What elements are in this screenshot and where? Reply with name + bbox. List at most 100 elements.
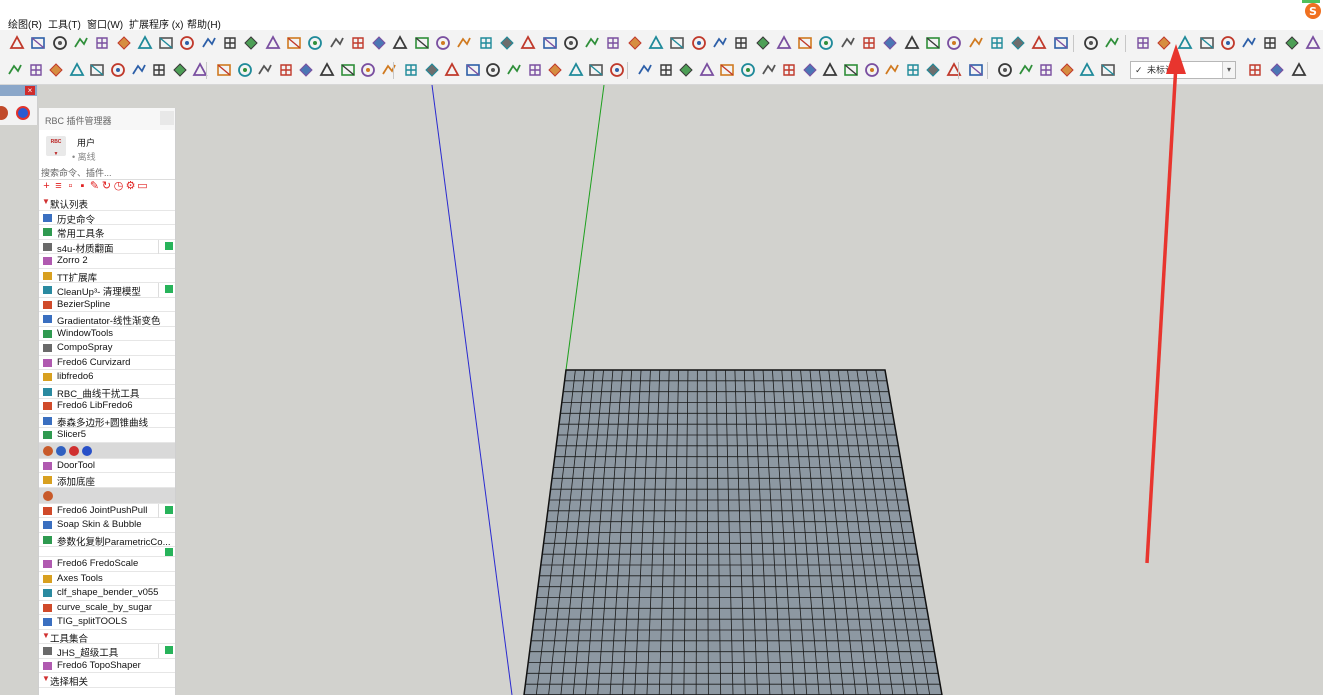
menu-help[interactable]: 帮助(H) <box>187 16 221 31</box>
toolbar-tool-icon[interactable] <box>1030 34 1048 52</box>
toolbar-tool-icon[interactable] <box>562 34 580 52</box>
toolbar-tool-icon[interactable] <box>881 34 899 52</box>
sogou-ime-icon[interactable]: S <box>1300 0 1322 20</box>
toolbar-tool-icon[interactable] <box>1103 34 1121 52</box>
toolbar-tool-icon[interactable] <box>690 34 708 52</box>
plugin-list-item[interactable]: Fredo6 LibFredo6 <box>39 399 175 414</box>
toolbar-tool-icon[interactable] <box>1246 61 1264 79</box>
toolbar-tool-icon[interactable] <box>455 34 473 52</box>
plugin-list-item[interactable]: curve_scale_by_sugar <box>39 600 175 615</box>
toolbar-tool-icon[interactable] <box>732 34 750 52</box>
toolbar-tool-icon[interactable] <box>93 34 111 52</box>
plugin-list-item[interactable]: 参数化复制ParametricCo... <box>39 532 175 548</box>
model-viewport[interactable] <box>0 85 1323 695</box>
plugin-icon[interactable] <box>0 106 8 120</box>
toolbar-tool-icon[interactable] <box>883 61 901 79</box>
plugin-list-item[interactable]: Zorro 2 <box>39 254 175 269</box>
toolbar-tool-icon[interactable] <box>1219 34 1237 52</box>
toolbar-tool-icon[interactable] <box>780 61 798 79</box>
toolbar-tool-icon[interactable] <box>115 34 133 52</box>
toolbar-tool-icon[interactable] <box>626 34 644 52</box>
plugin-list-item[interactable]: DoorTool <box>39 458 175 473</box>
plugin-list-item[interactable]: Axes Tools <box>39 571 175 586</box>
toolbar-tool-icon[interactable] <box>904 61 922 79</box>
toolbar-tool-icon[interactable] <box>718 61 736 79</box>
plugin-list-item[interactable]: Fredo6 FredoScale <box>39 557 175 572</box>
toolbar-tool-icon[interactable] <box>1058 61 1076 79</box>
close-icon[interactable]: × <box>25 86 35 95</box>
toolbar-tool-icon[interactable] <box>277 61 295 79</box>
toolbar-tool-icon[interactable] <box>8 34 26 52</box>
plugin-list-item[interactable]: JHS_超级工具 <box>39 644 175 659</box>
toolbar-tool-icon[interactable] <box>647 34 665 52</box>
toolbar-tool-icon[interactable] <box>587 61 605 79</box>
toolbar-tool-icon[interactable] <box>636 61 654 79</box>
toolbar-tool-icon[interactable] <box>711 34 729 52</box>
toolbar-tool-icon[interactable] <box>967 61 985 79</box>
toolbar-tool-icon[interactable] <box>1009 34 1027 52</box>
toolbar-tool-icon[interactable] <box>402 61 420 79</box>
toolbar-tool-icon[interactable] <box>677 61 695 79</box>
layer-dropdown[interactable]: ✓ 未标记 ▾ <box>1130 61 1236 79</box>
toolbar-tool-icon[interactable] <box>498 34 516 52</box>
plugin-list-item[interactable]: Fredo6 Curvizard <box>39 355 175 370</box>
toolbar-tool-icon[interactable] <box>285 34 303 52</box>
toolbar-tool-icon[interactable] <box>256 61 274 79</box>
toolbar-tool-icon[interactable] <box>88 61 106 79</box>
plugin-list-item[interactable]: Fredo6 JointPushPull <box>39 503 175 518</box>
section-header[interactable]: ▼ 默认列表 <box>39 196 175 211</box>
pin-badge-icon[interactable] <box>165 285 173 293</box>
toolbar-tool-icon[interactable] <box>541 34 559 52</box>
toolbar-tool-icon[interactable] <box>464 61 482 79</box>
toolbar-tool-icon[interactable] <box>698 61 716 79</box>
toolbar-tool-icon[interactable] <box>1240 34 1258 52</box>
toolbar-tool-icon[interactable] <box>604 34 622 52</box>
plugin-list-item[interactable]: Fredo6 TopoShaper <box>39 658 175 673</box>
toolbar-tool-icon[interactable] <box>51 34 69 52</box>
toolbar-tool-icon[interactable] <box>839 34 857 52</box>
plugin-list-item[interactable]: WindowTools <box>39 326 175 341</box>
toolbar-tool-icon[interactable] <box>1099 61 1117 79</box>
plugin-list-item[interactable]: 添加底座 <box>39 473 175 488</box>
panel-close-button[interactable] <box>160 111 174 125</box>
toolbar-tool-icon[interactable] <box>1198 34 1216 52</box>
toolbar-tool-icon[interactable] <box>136 34 154 52</box>
toolbar-tool-icon[interactable] <box>657 61 675 79</box>
toolbar-tool-icon[interactable] <box>1290 61 1308 79</box>
toolbar-tool-icon[interactable] <box>200 34 218 52</box>
toolbar-tool-icon[interactable] <box>1134 34 1152 52</box>
plugin-list-item[interactable]: 历史命令 <box>39 210 175 226</box>
plugin-list-item[interactable]: TT扩展库 <box>39 268 175 284</box>
toolbar-tool-icon[interactable] <box>775 34 793 52</box>
toolbar-tool-icon[interactable] <box>526 61 544 79</box>
toolbar-tool-icon[interactable] <box>801 61 819 79</box>
clock-icon[interactable]: ◷ <box>113 181 124 192</box>
toolbar-tool-icon[interactable] <box>1082 34 1100 52</box>
toolbar-tool-icon[interactable] <box>860 34 878 52</box>
toolbar-tool-icon[interactable] <box>988 34 1006 52</box>
toolbar-tool-icon[interactable] <box>328 34 346 52</box>
toolbar-tool-icon[interactable] <box>1261 34 1279 52</box>
toolbar-tool-icon[interactable] <box>339 61 357 79</box>
plugin-tool-icon[interactable] <box>43 445 53 456</box>
menu-draw[interactable]: 绘图(R) <box>8 16 42 31</box>
toolbar-tool-icon[interactable] <box>1017 61 1035 79</box>
toolbar-tool-icon[interactable] <box>739 61 757 79</box>
plugin-list-item[interactable]: BezierSpline <box>39 297 175 312</box>
plugin-list-item[interactable]: RBC_曲线干扰工具 <box>39 384 175 400</box>
toolbar-tool-icon[interactable] <box>760 61 778 79</box>
plugin-tool-icon[interactable] <box>82 445 92 456</box>
plugin-list-item[interactable]: 泰森多边形+圆锥曲线 <box>39 413 175 429</box>
section-header[interactable]: ▼ 选择相关 <box>39 673 175 688</box>
toolbar-tool-icon[interactable] <box>109 61 127 79</box>
toolbar-tool-icon[interactable] <box>29 34 47 52</box>
toolbar-tool-icon[interactable] <box>567 61 585 79</box>
toolbar-tool-icon[interactable] <box>242 34 260 52</box>
toolbar-tool-icon[interactable] <box>821 61 839 79</box>
pin-badge-icon[interactable] <box>165 241 173 250</box>
toolbar-tool-icon[interactable] <box>1176 34 1194 52</box>
chevron-down-icon[interactable]: ▾ <box>1222 62 1235 78</box>
menu-extensions[interactable]: 扩展程序 (x) <box>129 16 183 31</box>
plugin-list-item[interactable]: TIG_splitTOOLS <box>39 615 175 630</box>
plugin-list-item[interactable]: libfredo6 <box>39 370 175 385</box>
